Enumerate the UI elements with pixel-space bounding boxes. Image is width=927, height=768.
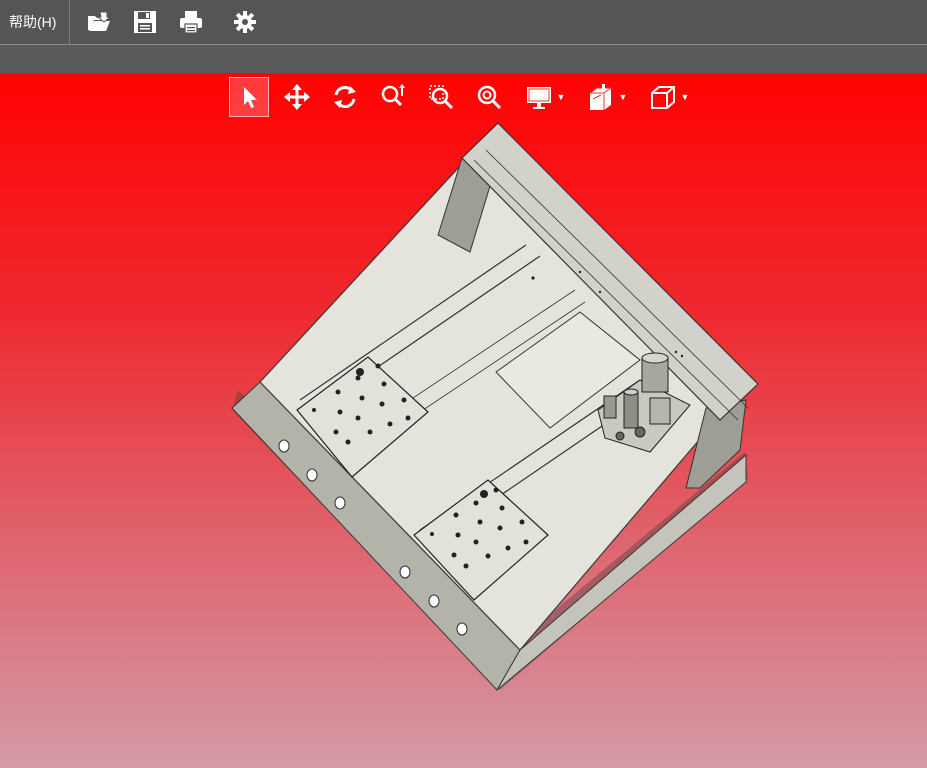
cad-model[interactable] (0, 73, 927, 768)
zoom-fit-button[interactable] (469, 77, 509, 117)
view-orientation-button[interactable]: ▼ (641, 77, 697, 117)
view-cube-icon (650, 86, 675, 109)
3d-viewport[interactable]: ▼ ▼ ▼ (0, 73, 927, 768)
display-monitor-icon (526, 87, 551, 109)
select-arrow-icon (244, 87, 257, 108)
section-view-button[interactable]: ▼ (579, 77, 635, 117)
chevron-down-icon: ▼ (680, 92, 690, 102)
print-icon (180, 11, 203, 34)
open-button[interactable] (82, 5, 116, 39)
open-folder-icon (88, 11, 112, 31)
sub-toolbar (0, 44, 927, 74)
help-menu[interactable]: 帮助(H) (0, 0, 71, 44)
rotate-tool-button[interactable] (325, 77, 365, 117)
pan-move-icon (284, 84, 310, 110)
settings-button[interactable] (228, 5, 262, 39)
view-toolbar: ▼ ▼ ▼ (229, 77, 703, 117)
zoom-in-out-icon (381, 84, 405, 107)
zoom-fit-icon (477, 85, 502, 110)
chevron-down-icon: ▼ (556, 92, 566, 102)
top-menu-bar: 帮助(H) (0, 0, 927, 44)
gear-icon (234, 11, 257, 33)
select-tool-button[interactable] (229, 77, 269, 117)
zoom-window-button[interactable] (421, 77, 461, 117)
print-button[interactable] (174, 5, 208, 39)
zoom-in-out-button[interactable] (373, 77, 413, 117)
save-button[interactable] (128, 5, 162, 39)
chevron-down-icon: ▼ (618, 92, 628, 102)
save-icon (134, 11, 157, 33)
pan-tool-button[interactable] (277, 77, 317, 117)
section-view-icon (587, 84, 613, 110)
zoom-window-icon (429, 85, 454, 110)
display-mode-button[interactable]: ▼ (517, 77, 573, 117)
rotate-icon (334, 86, 356, 108)
